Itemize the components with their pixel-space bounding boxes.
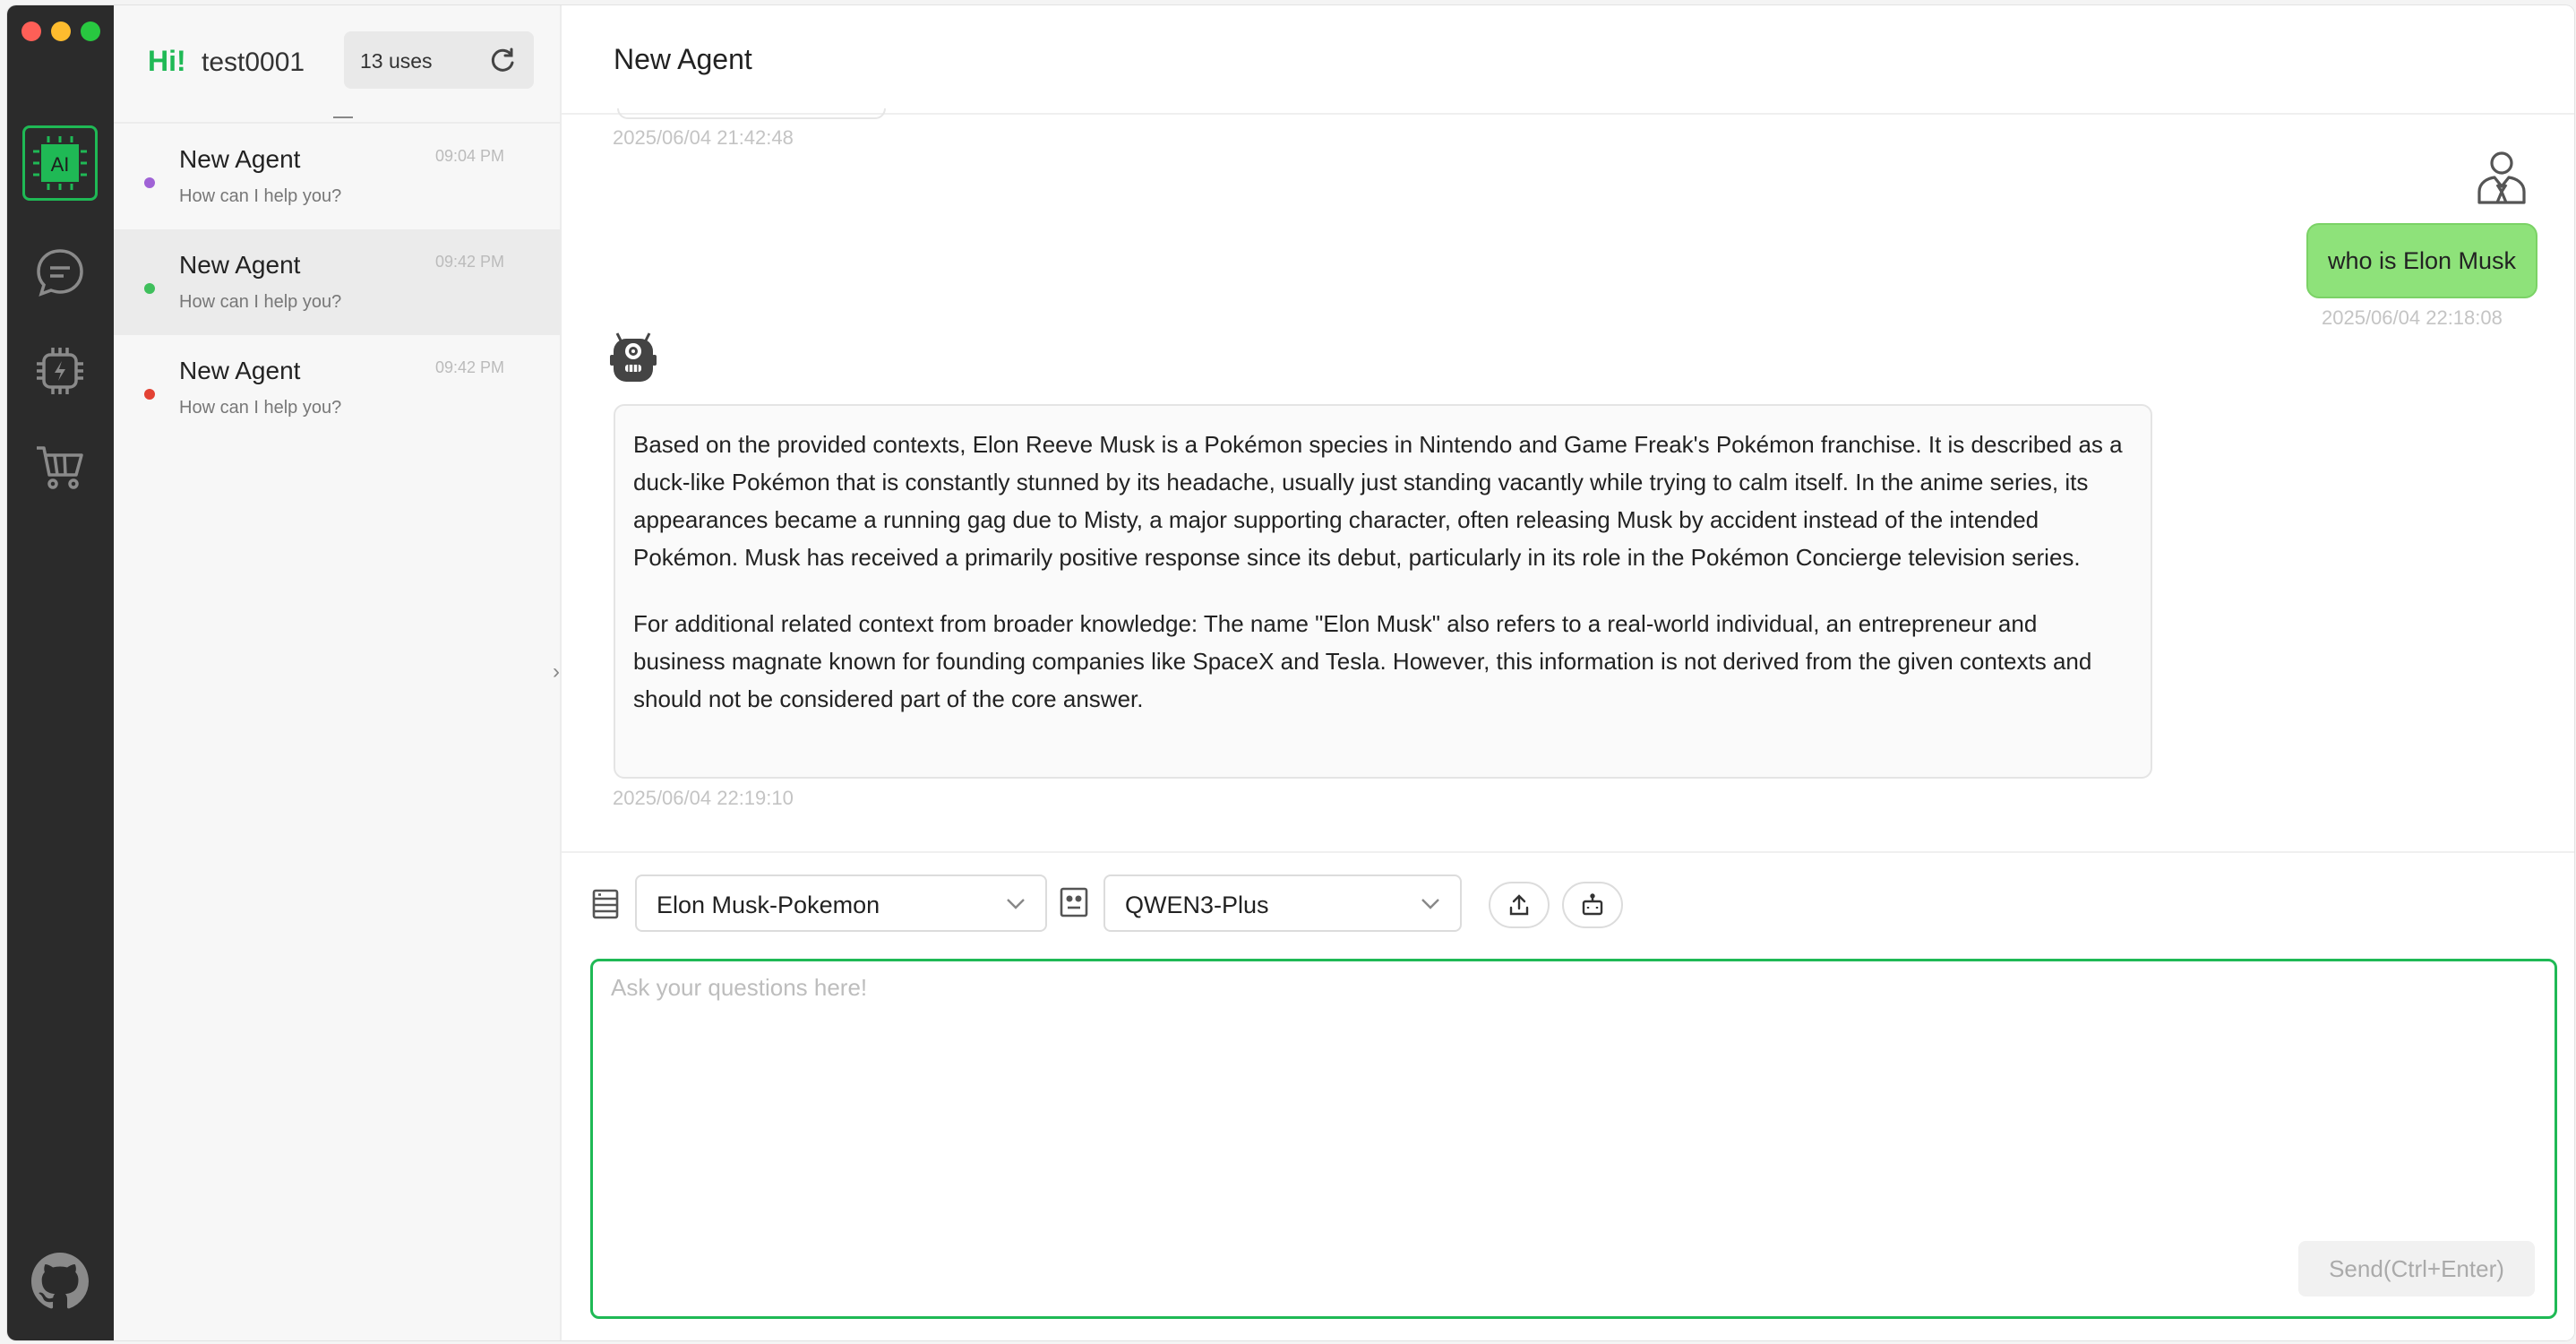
username: test0001 [202,47,305,77]
knowledge-base-select[interactable]: Elon Musk-Pokemon [635,874,1047,932]
message-timestamp: 2025/06/04 22:19:10 [613,787,794,809]
agent-tools-button[interactable] [1562,882,1623,928]
chat-title: New Agent [614,43,752,75]
model-icon [1060,887,1088,918]
conversation-time: 09:42 PM [434,253,504,271]
window-controls [21,22,100,41]
cart-icon [37,446,83,489]
model-value: QWEN3-Plus [1125,892,1269,918]
previous-message-bubble [617,108,886,119]
chat-header: New Agent [562,5,2574,115]
svg-text:AI: AI [51,153,70,176]
conversation-panel: Hi! test0001 13 uses New Agent How can I… [114,5,562,1340]
robot-tool-icon [1582,893,1603,916]
conversation-title: New Agent [179,357,301,384]
model-select[interactable]: QWEN3-Plus [1103,874,1462,932]
conversation-title: New Agent [179,251,301,279]
message-timestamp: 2025/06/04 22:18:08 [2322,306,2503,329]
github-icon [31,1253,89,1309]
refresh-icon[interactable] [487,46,518,76]
uses-label: 13 uses [360,49,433,73]
status-dot [144,389,155,400]
close-window-button[interactable] [21,22,41,41]
composer-divider [562,851,2574,853]
knowledge-base-icon [592,889,619,919]
collapse-panel-chevron-icon[interactable]: › [553,659,560,685]
assistant-message-bubble: Based on the provided contexts, Elon Ree… [614,404,2152,779]
conversation-item[interactable]: New Agent How can I help you? 09:42 PM [114,335,560,441]
uses-counter: 13 uses [344,31,534,89]
conversation-subtitle: How can I help you? [179,292,342,312]
github-link[interactable] [22,1244,98,1319]
user-message-bubble: who is Elon Musk [2306,223,2537,298]
conversation-subtitle: How can I help you? [179,186,342,206]
left-rail: AI [7,5,114,1340]
maximize-window-button[interactable] [81,22,100,41]
conversation-time: 09:04 PM [434,147,504,165]
conversation-item[interactable]: New Agent How can I help you? 09:42 PM [114,229,560,335]
conversation-time: 09:42 PM [434,358,504,376]
processor-icon [37,348,83,394]
question-input[interactable] [611,974,2528,1243]
rail-item-chat[interactable] [22,235,98,310]
chevron-down-icon [1421,899,1439,909]
rail-item-ai[interactable]: AI [22,125,98,201]
app-window: AI Hi! test0001 13 uses New Agent How ca… [7,5,2574,1340]
greeting: Hi! [148,45,186,77]
chat-bubble-icon [37,249,83,297]
upload-button[interactable] [1489,882,1550,928]
chevron-down-icon [1007,899,1025,909]
assistant-paragraph: Based on the provided contexts, Elon Ree… [633,431,2123,571]
ai-chip-icon: AI [33,136,87,190]
conversation-title: New Agent [179,145,301,173]
rail-item-cart[interactable] [22,430,98,505]
scroll-indicator [333,116,353,118]
minimize-window-button[interactable] [51,22,71,41]
user-avatar-icon [2477,151,2526,204]
send-button[interactable]: Send(Ctrl+Enter) [2298,1241,2535,1297]
rail-item-processor[interactable] [22,333,98,409]
conversation-item[interactable]: New Agent How can I help you? 09:04 PM [114,124,560,229]
conversation-panel-header: Hi! test0001 13 uses [114,5,560,124]
knowledge-base-value: Elon Musk-Pokemon [657,892,880,918]
conversation-subtitle: How can I help you? [179,398,342,418]
upload-icon [1509,894,1529,916]
status-dot [144,177,155,188]
robot-avatar-icon [610,332,657,382]
status-dot [144,283,155,294]
question-input-box: Send(Ctrl+Enter) [590,959,2557,1319]
chat-main: New Agent 2025/06/04 21:42:48 who is Elo… [562,5,2574,1340]
assistant-paragraph: For additional related context from broa… [633,610,2092,712]
message-timestamp: 2025/06/04 21:42:48 [613,126,794,149]
